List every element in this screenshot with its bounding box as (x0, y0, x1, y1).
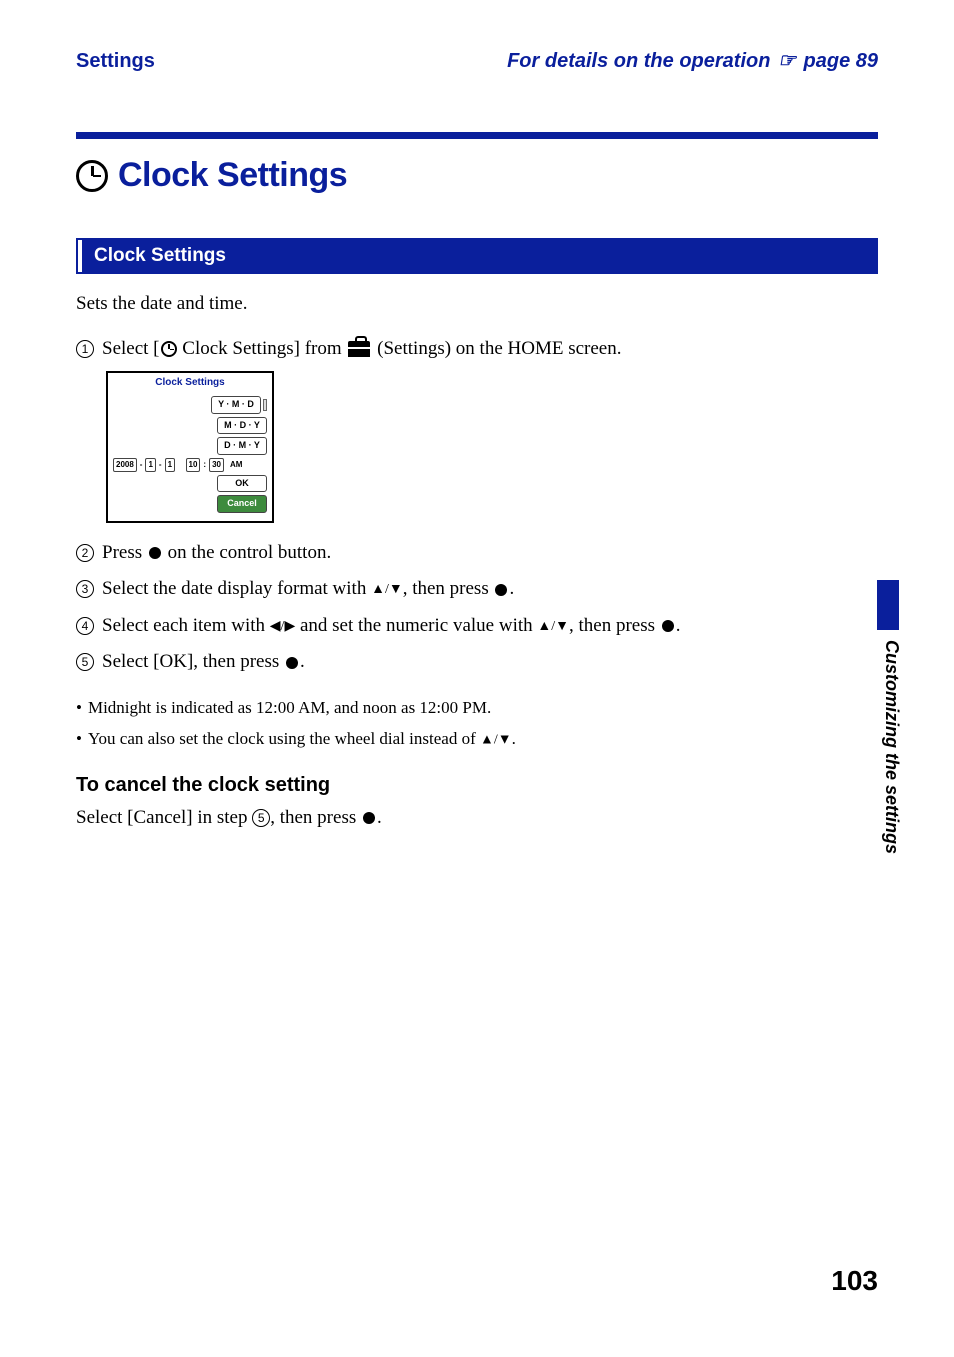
step-number-5: 5 (76, 653, 94, 671)
step-4: 4 Select each item with ◀/▶ and set the … (76, 612, 878, 641)
center-button-icon (286, 657, 298, 669)
step-number-3: 3 (76, 580, 94, 598)
clock-settings-screenshot: Clock Settings Y · M · D M · D · Y D · M… (106, 371, 274, 523)
format-ymd: Y · M · D (211, 396, 261, 414)
up-down-arrows-icon: ▲/▼ (537, 619, 569, 634)
step-number-2: 2 (76, 544, 94, 562)
content-area: Sets the date and time. 1 Select [ Clock… (76, 290, 878, 832)
step-2: 2 Press on the control button. (76, 539, 878, 568)
format-dmy: D · M · Y (217, 437, 267, 455)
page-title: Clock Settings (118, 156, 347, 195)
day-field: 1 (165, 458, 175, 472)
screenshot-title: Clock Settings (108, 373, 272, 393)
up-down-arrows-icon: ▲/▼ (371, 582, 403, 597)
clock-icon (161, 341, 177, 357)
header-section-title: Settings (76, 50, 155, 73)
cancel-subheading: To cancel the clock setting (76, 770, 878, 800)
notes-list: • Midnight is indicated as 12:00 AM, and… (76, 695, 878, 752)
step-1: 1 Select [ Clock Settings] from (Setting… (76, 335, 878, 364)
year-field: 2008 (113, 458, 137, 472)
note-1: • Midnight is indicated as 12:00 AM, and… (76, 695, 878, 721)
center-button-icon (149, 547, 161, 559)
header-rule (76, 132, 878, 139)
step-number-4: 4 (76, 617, 94, 635)
step-number-1: 1 (76, 340, 94, 358)
up-down-arrows-icon: ▲/▼ (480, 733, 512, 748)
left-right-arrows-icon: ◀/▶ (270, 619, 295, 634)
section-tab-label: Customizing the settings (881, 640, 902, 854)
scroll-indicator-icon (263, 399, 267, 411)
center-button-icon (495, 584, 507, 596)
minute-field: 30 (209, 458, 224, 472)
section-tab (877, 580, 899, 630)
hour-field: 10 (186, 458, 201, 472)
page-header: Settings For details on the operation ☞ … (76, 48, 878, 73)
step-3: 3 Select the date display format with ▲/… (76, 575, 878, 604)
cancel-instruction: Select [Cancel] in step 5, then press . (76, 804, 878, 833)
date-time-row: 2008-1-1 10:30 AM (113, 458, 267, 472)
pointer-icon: ☞ (778, 48, 796, 73)
clock-icon (76, 160, 108, 192)
section-header-bar: Clock Settings (76, 238, 878, 274)
page-number: 103 (831, 1265, 878, 1297)
section-header-text: Clock Settings (94, 245, 226, 267)
center-button-icon (662, 620, 674, 632)
note-2: • You can also set the clock using the w… (76, 726, 878, 752)
toolbox-icon (348, 341, 370, 357)
step-5: 5 Select [OK], then press . (76, 648, 878, 677)
center-button-icon (363, 812, 375, 824)
month-field: 1 (145, 458, 155, 472)
page-title-row: Clock Settings (76, 156, 347, 195)
format-mdy: M · D · Y (217, 417, 267, 435)
cancel-button: Cancel (217, 495, 267, 513)
step-ref-5: 5 (252, 809, 270, 827)
ampm-label: AM (230, 459, 242, 471)
intro-text: Sets the date and time. (76, 290, 878, 319)
header-reference: For details on the operation ☞ page 89 (507, 48, 878, 73)
ok-button: OK (217, 475, 267, 493)
